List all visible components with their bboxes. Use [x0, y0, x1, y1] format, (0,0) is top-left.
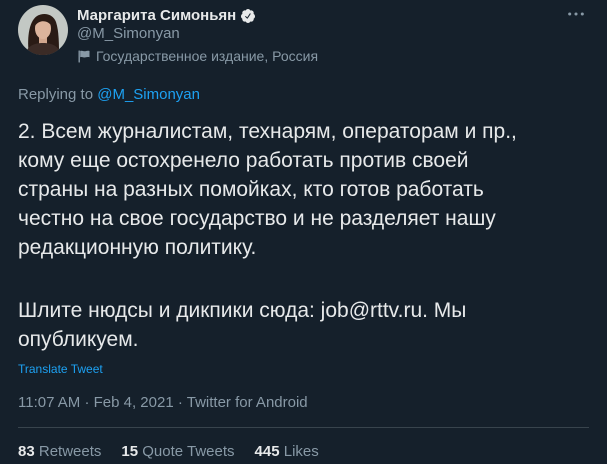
retweets-count: 83	[18, 443, 35, 460]
tweet-paragraph: 2. Всем журналистам, технарям, оператора…	[18, 117, 517, 262]
quote-tweets-stat[interactable]: 15 Quote Tweets	[121, 442, 234, 462]
tweet-date[interactable]: Feb 4, 2021	[94, 394, 174, 411]
author-name[interactable]: Маргарита Симоньян	[77, 6, 236, 26]
tweet-text-line: честно на свое государство и не разделяе…	[18, 207, 496, 230]
replying-to: Replying to @M_Simonyan	[18, 85, 200, 105]
meta-separator: ·	[84, 394, 90, 411]
retweets-stat[interactable]: 83 Retweets	[18, 442, 101, 462]
tweet-text-line: 2. Всем журналистам, технарям, оператора…	[18, 120, 517, 143]
author-handle[interactable]: @M_Simonyan	[77, 24, 180, 44]
likes-count: 445	[254, 443, 280, 460]
meta-separator: ·	[177, 394, 183, 411]
author-name-row: Маргарита Симоньян	[77, 6, 256, 26]
tweet-paragraph: Шлите нюдсы и дикпики сюда: job@rttv.ru.…	[18, 296, 517, 354]
verified-badge-icon	[240, 8, 256, 24]
tweet-timestamp: 11:07 AM · Feb 4, 2021 · Twitter for And…	[18, 393, 308, 413]
avatar-photo	[18, 5, 68, 55]
replying-to-prefix: Replying to	[18, 86, 94, 103]
flag-icon	[78, 50, 90, 63]
divider	[18, 427, 589, 428]
avatar[interactable]	[18, 5, 68, 55]
tweet-text-line: страны на разных помойках, кто готов раб…	[18, 178, 484, 201]
quote-tweets-label: Quote Tweets	[142, 443, 235, 460]
tweet-stats: 83 Retweets 15 Quote Tweets 445 Likes	[18, 442, 319, 462]
tweet-text: 2. Всем журналистам, технарям, оператора…	[18, 117, 517, 354]
tweet-text-line: опубликуем.	[18, 328, 139, 351]
state-media-label[interactable]: Государственное издание, Россия	[78, 47, 318, 65]
state-media-label-text: Государственное издание, Россия	[96, 48, 319, 64]
tweet-text-line: редакционную политику.	[18, 236, 257, 259]
retweets-label: Retweets	[38, 443, 102, 460]
replying-to-handle[interactable]: @M_Simonyan	[97, 86, 200, 103]
tweet-time[interactable]: 11:07 AM	[18, 394, 80, 411]
quote-tweets-count: 15	[121, 443, 139, 460]
translate-tweet-link[interactable]: Translate Tweet	[18, 361, 103, 377]
tweet-text-line: Шлите нюдсы и дикпики сюда: job@rttv.ru.…	[18, 299, 467, 322]
likes-label: Likes	[283, 443, 319, 460]
more-icon[interactable]	[565, 6, 587, 22]
tweet-source[interactable]: Twitter for Android	[187, 394, 308, 411]
tweet-text-line: кому еще остохренело работать против сво…	[18, 149, 469, 172]
likes-stat[interactable]: 445 Likes	[255, 442, 319, 462]
